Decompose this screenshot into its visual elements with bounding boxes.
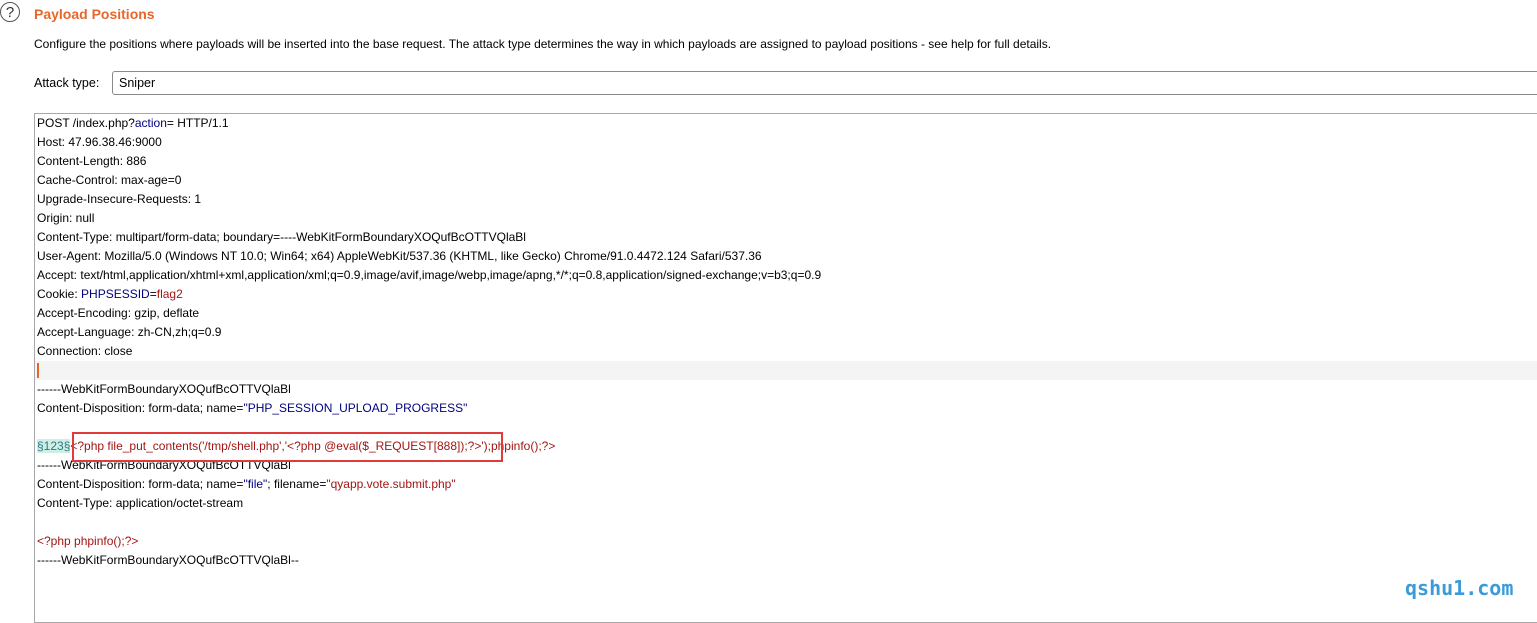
text-caret (37, 363, 39, 378)
section-title: Payload Positions (34, 6, 155, 22)
boundary-line: ------WebKitFormBoundaryXOQufBcOTTVQlaBl (37, 382, 291, 396)
help-icon[interactable]: ? (0, 2, 20, 22)
header-host: Host: 47.96.38.46:9000 (37, 135, 162, 149)
content-disposition-file-line: Content-Disposition: form-data; name="fi… (37, 477, 456, 491)
content-type-line: Content-Type: application/octet-stream (37, 496, 244, 510)
watermark: qshu1.com (1405, 576, 1514, 600)
header-cookie: Cookie: PHPSESSID=flag2 (37, 287, 183, 301)
file-content-line: <?php phpinfo();?> (37, 534, 139, 548)
header-content-length: Content-Length: 886 (37, 154, 147, 168)
header-content-type: Content-Type: multipart/form-data; bound… (37, 230, 526, 244)
header-connection: Connection: close (37, 344, 133, 358)
current-line-highlight (35, 361, 1537, 380)
header-accept-language: Accept-Language: zh-CN,zh;q=0.9 (37, 325, 222, 339)
annotation-highlight-box (72, 432, 503, 462)
header-origin: Origin: null (37, 211, 95, 225)
header-user-agent: User-Agent: Mozilla/5.0 (Windows NT 10.0… (37, 249, 762, 263)
header-accept: Accept: text/html,application/xhtml+xml,… (37, 268, 822, 282)
closing-boundary-line: ------WebKitFormBoundaryXOQufBcOTTVQlaBl… (37, 553, 299, 567)
request-editor[interactable]: POST /index.php?action= HTTP/1.1 Host: 4… (34, 113, 1537, 623)
section-description: Configure the positions where payloads w… (34, 37, 1052, 51)
header-upgrade-insecure: Upgrade-Insecure-Requests: 1 (37, 192, 202, 206)
header-accept-encoding: Accept-Encoding: gzip, deflate (37, 306, 200, 320)
request-line: POST /index.php?action= HTTP/1.1 (37, 116, 229, 130)
content-disposition-line: Content-Disposition: form-data; name="PH… (37, 401, 468, 415)
attack-type-select[interactable]: Sniper (112, 71, 1537, 95)
payload-position-marker[interactable]: §123§ (37, 439, 71, 453)
attack-type-label: Attack type: (34, 76, 100, 90)
header-cache-control: Cache-Control: max-age=0 (37, 173, 182, 187)
